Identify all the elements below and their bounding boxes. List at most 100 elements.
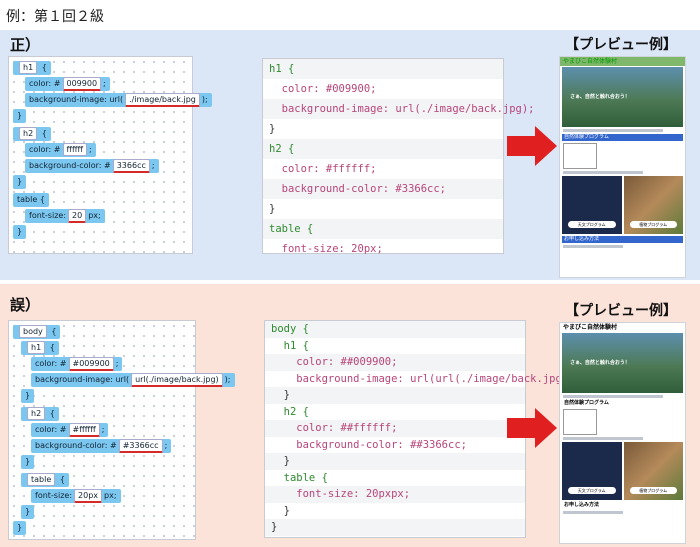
code-line: background-color: #3366cc; <box>263 179 503 199</box>
color-label: color: # <box>29 145 61 154</box>
semicolon: ; <box>151 161 155 170</box>
code-text: h1 { <box>269 63 295 75</box>
preview-hero-image: さぁ、自然と触れ合おう！ <box>562 333 683 393</box>
preview-image-row: 天文プログラム 植物プログラム <box>562 176 683 234</box>
color-value-input[interactable]: #009900 <box>68 357 114 371</box>
block-input-h1[interactable]: h1 <box>27 341 46 354</box>
color2-value-input[interactable]: #ffffff <box>68 423 100 437</box>
block-table-selector[interactable]: table { <box>13 193 49 207</box>
brace-close: } <box>25 507 31 516</box>
block-background-color[interactable]: background-color: #3366cc; <box>25 159 159 173</box>
block-body-selector[interactable]: body { <box>13 325 61 339</box>
code-text: color: #ffffff; <box>269 163 377 175</box>
font-size-unit: px; <box>104 491 117 500</box>
arrow-right-icon <box>507 408 557 448</box>
block-h2-selector[interactable]: h2 { <box>21 407 59 421</box>
preview-text-line <box>563 511 623 514</box>
code-text: h2 { <box>269 143 295 155</box>
color-label: color: # <box>35 359 67 368</box>
block-color2[interactable]: color: # #ffffff; <box>31 423 109 437</box>
brace-open: { <box>49 409 55 418</box>
code-text: } <box>271 455 290 467</box>
preview-hero-image: さぁ、自然と触れ合おう！ <box>562 67 683 127</box>
code-text: body { <box>271 323 309 335</box>
preview-title-correct: 【プレビュー例】 <box>565 37 677 53</box>
semicolon: ; <box>204 95 208 104</box>
color-value-input[interactable]: 009900 <box>62 77 102 91</box>
code-line: color: ##009900; <box>265 354 525 371</box>
code-text: h2 { <box>271 405 309 418</box>
color-label: color: # <box>29 79 61 88</box>
bg-image-input[interactable]: url(./image/back.jpg) <box>131 373 223 387</box>
brace-open: { <box>39 195 45 204</box>
table-label: table <box>17 195 38 204</box>
preview-image-row: 天文プログラム 植物プログラム <box>562 442 683 500</box>
block-color2[interactable]: color: # ffffff; <box>25 143 96 157</box>
semicolon: ; <box>103 79 106 88</box>
code-text: background-color: #3366cc; <box>269 183 447 195</box>
block-input-h2[interactable]: h2 <box>27 407 46 420</box>
preview-button-plant[interactable]: 植物プログラム <box>629 487 677 494</box>
brace-close: } <box>17 227 23 236</box>
block-input-h1[interactable]: h1 <box>19 61 38 74</box>
bg-color-input[interactable]: 3366cc <box>112 159 150 173</box>
preview-h2: お申し込み方法 <box>562 236 683 243</box>
block-table-selector[interactable]: table { <box>21 473 69 487</box>
preview-table <box>563 143 597 169</box>
block-h2-close: } <box>13 175 27 189</box>
block-font-size[interactable]: font-size: 20px px; <box>31 489 121 503</box>
code-line: table { <box>263 219 503 239</box>
code-line: } <box>265 453 525 470</box>
hero-text: さぁ、自然と触れ合おう！ <box>570 360 630 366</box>
brace-close: } <box>17 177 23 186</box>
preview-text-line <box>563 171 643 174</box>
code-line: } <box>265 519 525 536</box>
block-input-body[interactable]: body <box>19 325 47 338</box>
bg-image-input[interactable]: ./image/back.jpg <box>125 93 200 107</box>
code-line: color: #ffffff; <box>263 159 503 179</box>
code-line: color: ##ffffff; <box>265 420 525 437</box>
block-h2-selector[interactable]: h2 { <box>13 127 51 141</box>
correct-section: 正） h1 { color: #009900; background-image… <box>0 30 700 280</box>
brace-open: { <box>49 343 55 352</box>
font-size-input[interactable]: 20px <box>74 489 103 503</box>
block-background-color[interactable]: background-color: # #3366cc; <box>31 439 172 453</box>
block-editor-correct: h1 { color: #009900; background-image: u… <box>8 56 212 254</box>
block-background-image[interactable]: background-image: url(url(./image/back.j… <box>31 373 235 387</box>
block-h1-selector[interactable]: h1 { <box>13 61 51 75</box>
code-text: h1 { <box>271 339 309 352</box>
code-line: h1 { <box>265 338 525 355</box>
semicolon: ; <box>89 145 92 154</box>
preview-button-astro[interactable]: 天文プログラム <box>568 221 616 228</box>
brace-close: } <box>17 523 23 532</box>
preview-title-wrong: 【プレビュー例】 <box>565 303 677 319</box>
bg-color-input[interactable]: #3366cc <box>118 439 163 453</box>
block-input-table[interactable]: table <box>27 473 56 486</box>
font-size-input[interactable]: 20 <box>68 209 87 223</box>
block-color[interactable]: color: # #009900; <box>31 357 123 371</box>
preview-image-star: 天文プログラム <box>562 176 622 234</box>
page-title: 例：第１回２級 <box>6 9 104 25</box>
preview-button-astro[interactable]: 天文プログラム <box>568 487 616 494</box>
block-h1-selector[interactable]: h1 { <box>21 341 59 355</box>
block-color[interactable]: color: #009900; <box>25 77 110 91</box>
block-table-close: } <box>21 505 35 519</box>
block-h1-close: } <box>13 109 27 123</box>
block-font-size[interactable]: font-size: 20 px; <box>25 209 105 223</box>
color2-value-input[interactable]: ffffff <box>62 143 88 156</box>
font-size-label: font-size: <box>35 491 73 500</box>
bg-image-label: background-image: url( <box>29 95 124 104</box>
code-text: font-size: 20pxpx; <box>271 488 411 500</box>
block-input-h2[interactable]: h2 <box>19 127 38 140</box>
semicolon: ; <box>227 375 231 384</box>
block-background-image[interactable]: background-image: url(./image/back.jpg); <box>25 93 212 107</box>
preview-button-plant[interactable]: 植物プログラム <box>629 221 677 228</box>
code-line: background-image: url(./image/back.jpg); <box>263 99 535 119</box>
code-text: color: #009900; <box>269 83 377 95</box>
preview-h1: やまびこ自然体験村 <box>560 57 685 66</box>
code-line: body { <box>265 321 525 338</box>
brace-open: { <box>59 475 65 484</box>
code-line: h2 { <box>265 404 525 421</box>
preview-wrong: やまびこ自然体験村 さぁ、自然と触れ合おう！ 自然体験プログラム 天文プログラム… <box>559 322 686 544</box>
block-editor-wrong: body { h1 { color: # #009900; background-… <box>8 320 235 540</box>
